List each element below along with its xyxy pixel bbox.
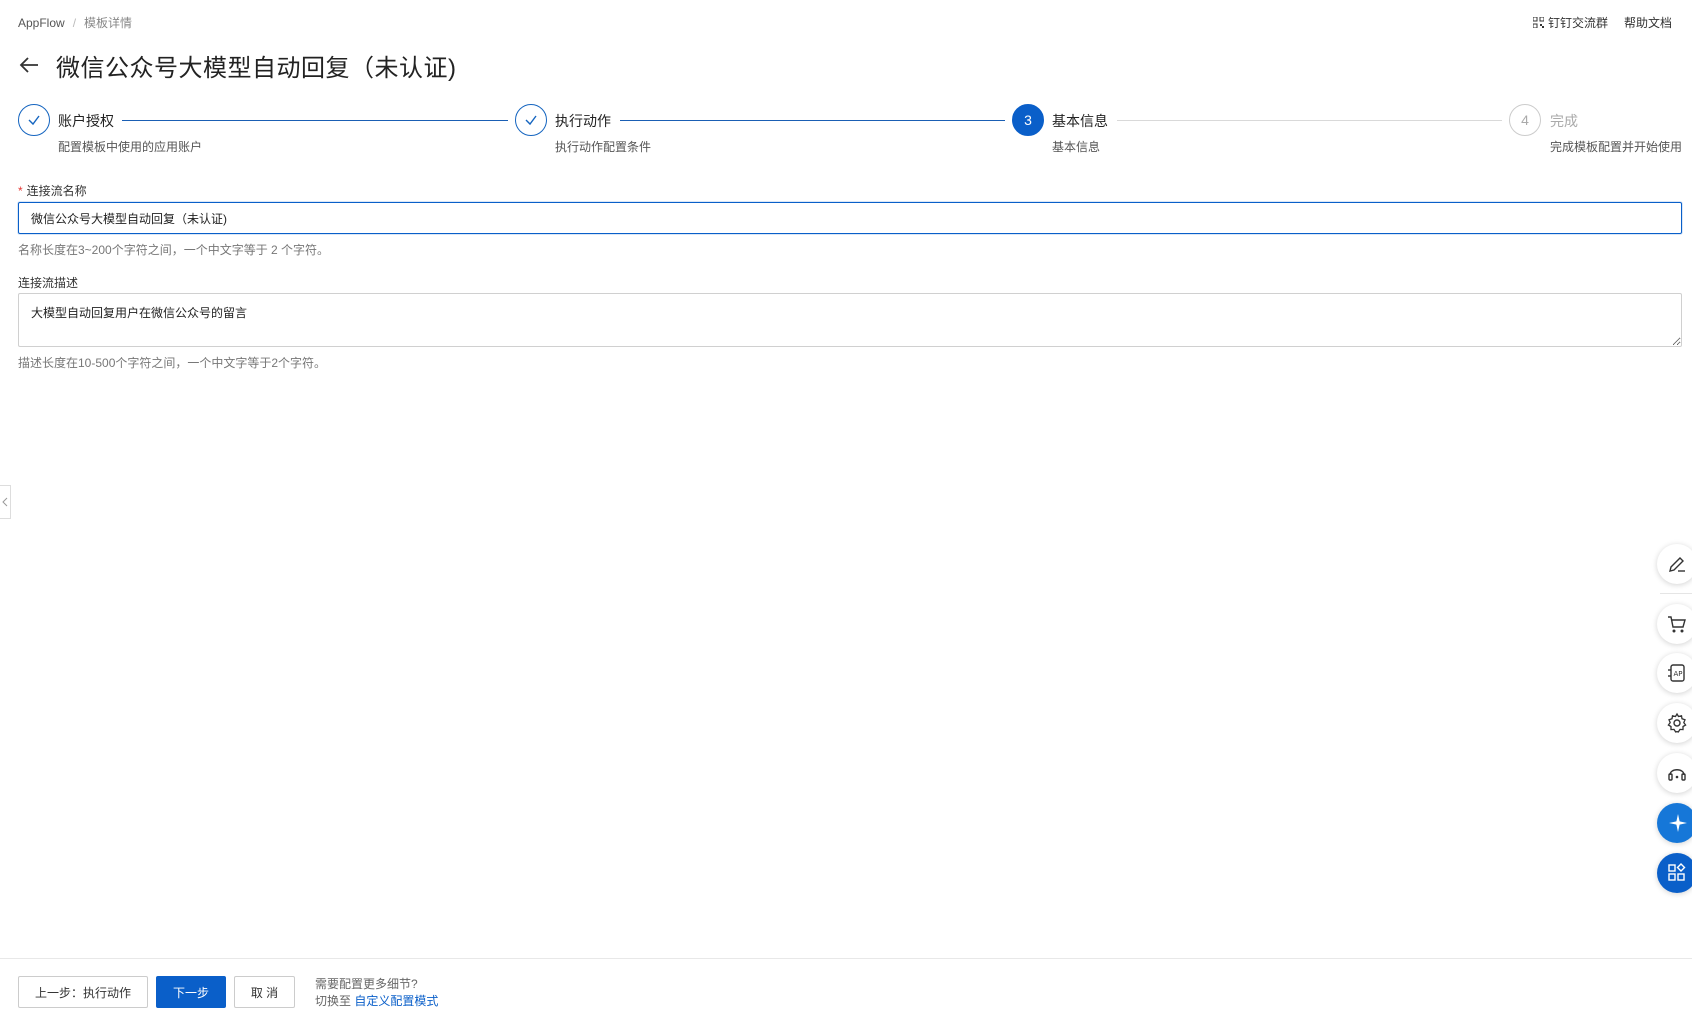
name-hint: 名称长度在3~200个字符之间，一个中文字等于 2 个字符。	[18, 243, 330, 257]
step-4-desc: 完成模板配置并开始使用	[1550, 140, 1683, 154]
api-icon: AP	[1668, 664, 1685, 682]
assistant-icon	[1669, 814, 1687, 832]
name-label-text: 连接流名称	[26, 184, 87, 198]
step-3-desc: 基本信息	[1052, 140, 1101, 154]
prev-step-button[interactable]: 上一步：执行动作	[18, 976, 148, 1008]
support-float-button[interactable]	[1657, 753, 1692, 793]
breadcrumb-current: 模板详情	[84, 16, 133, 30]
page-title: 微信公众号大模型自动回复（未认证)	[56, 54, 457, 82]
back-arrow-icon[interactable]	[18, 54, 40, 76]
step-2-desc: 执行动作配置条件	[555, 140, 652, 154]
next-step-button[interactable]: 下一步	[156, 976, 226, 1008]
breadcrumb-root[interactable]: AppFlow	[18, 16, 65, 30]
flow-name-input[interactable]	[18, 202, 1682, 234]
description-field-label: 连接流描述	[18, 276, 79, 290]
step-3-circle: 3	[1012, 104, 1044, 136]
chevron-left-icon	[2, 497, 8, 507]
headset-icon	[1668, 769, 1686, 781]
help-docs-link[interactable]: 帮助文档	[1624, 14, 1672, 31]
step-1-connector	[122, 120, 508, 121]
step-2-title: 执行动作	[555, 113, 611, 129]
cancel-button[interactable]: 取 消	[234, 976, 295, 1008]
api-float-button[interactable]: AP	[1657, 653, 1692, 693]
footer-note-line2: 切换至 自定义配置模式	[315, 993, 438, 1010]
step-2-connector	[620, 120, 1005, 121]
step-3-title: 基本信息	[1052, 113, 1108, 129]
check-icon	[28, 115, 40, 126]
description-hint: 描述长度在10-500个字符之间，一个中文字等于2个字符。	[18, 356, 327, 370]
breadcrumb: AppFlow / 模板详情	[18, 14, 132, 31]
step-3-connector	[1117, 120, 1502, 121]
svg-text:AP: AP	[1674, 670, 1683, 678]
footer-bar: 上一步：执行动作 下一步 取 消 需要配置更多细节? 切换至 自定义配置模式	[0, 958, 1692, 1013]
dingtalk-group-link[interactable]: 钉钉交流群	[1532, 14, 1608, 31]
apps-icon	[1668, 863, 1686, 881]
sidebar-collapse-tab[interactable]	[0, 485, 11, 519]
required-mark: *	[18, 184, 23, 198]
assistant-float-button[interactable]	[1657, 803, 1692, 843]
breadcrumb-separator: /	[72, 16, 77, 30]
step-1-desc: 配置模板中使用的应用账户	[58, 140, 203, 154]
custom-config-mode-link[interactable]: 自定义配置模式	[354, 994, 438, 1008]
stepper: 账户授权 配置模板中使用的应用账户 执行动作 执行动作配置条件 3 基本信息 基…	[0, 104, 1692, 164]
cart-icon	[1668, 616, 1686, 633]
edit-float-button[interactable]	[1657, 544, 1692, 584]
footer-note: 需要配置更多细节? 切换至 自定义配置模式	[315, 976, 438, 1010]
top-links: 钉钉交流群 帮助文档	[1532, 14, 1672, 31]
cart-float-button[interactable]	[1657, 604, 1692, 644]
top-bar: AppFlow / 模板详情 钉钉交流群 帮助文档	[0, 0, 1692, 40]
flow-description-textarea[interactable]: 大模型自动回复用户在微信公众号的留言	[18, 293, 1682, 347]
float-divider	[1660, 593, 1692, 594]
name-field-label: * 连接流名称	[18, 182, 87, 199]
step-1-circle	[18, 104, 50, 136]
step-3-index: 3	[1024, 112, 1032, 128]
qr-code-icon	[1532, 17, 1544, 28]
footer-note-line1: 需要配置更多细节?	[315, 977, 418, 991]
edit-icon	[1669, 557, 1685, 572]
step-2-circle	[515, 104, 547, 136]
settings-float-button[interactable]	[1657, 703, 1692, 743]
step-4-circle: 4	[1509, 104, 1541, 136]
step-1-title: 账户授权	[58, 113, 114, 129]
footer-note-prefix: 切换至	[315, 994, 352, 1008]
gear-icon	[1667, 712, 1687, 733]
check-icon	[525, 115, 537, 126]
apps-float-button[interactable]	[1657, 853, 1692, 893]
step-4-title: 完成	[1550, 113, 1578, 129]
step-4-index: 4	[1521, 112, 1529, 128]
dingtalk-group-label: 钉钉交流群	[1547, 16, 1608, 30]
title-row: 微信公众号大模型自动回复（未认证)	[18, 48, 457, 82]
